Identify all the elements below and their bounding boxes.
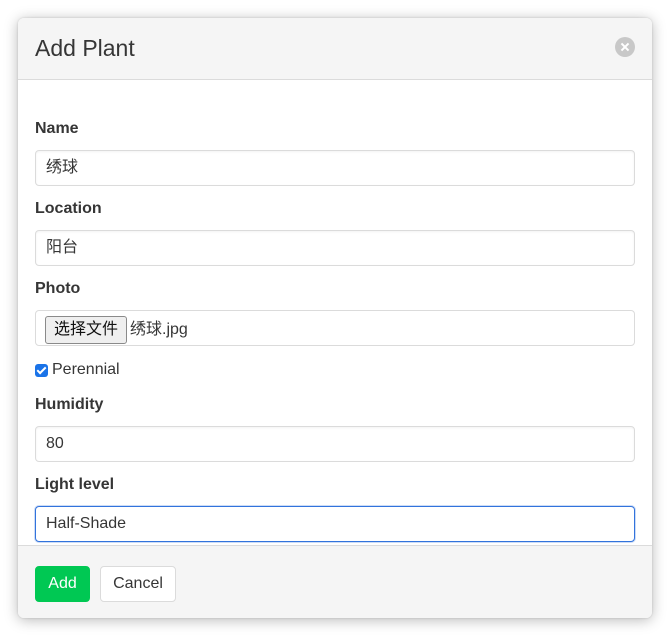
humidity-label: Humidity [35,396,104,413]
name-label: Name [35,120,79,137]
dialog-title: Add Plant [35,35,135,61]
name-input[interactable]: 绣球 [35,150,635,186]
perennial-checkbox[interactable] [35,364,48,377]
dialog-footer: Add Cancel [18,545,652,618]
location-input[interactable]: 阳台 [35,230,635,266]
perennial-label[interactable]: Perennial [52,360,120,380]
cancel-button[interactable]: Cancel [100,566,176,602]
photo-file-input[interactable]: 选择文件 绣球.jpg [35,310,635,346]
add-button[interactable]: Add [35,566,90,602]
photo-label: Photo [35,280,81,297]
dialog-header: Add Plant [18,18,652,80]
selected-file-name: 绣球.jpg [130,321,188,338]
dialog-body: Name 绣球 Location 阳台 Photo 选择文件 绣球.jpg Pe… [18,80,652,545]
humidity-input[interactable]: 80 [35,426,635,462]
location-label: Location [35,200,102,217]
add-plant-dialog: Add Plant Name 绣球 Location 阳台 Photo 选择文件… [18,18,652,618]
light-level-label: Light level [35,476,115,493]
close-icon[interactable] [615,37,635,57]
choose-file-button[interactable]: 选择文件 [45,316,128,344]
light-level-input[interactable]: Half-Shade [35,506,635,542]
